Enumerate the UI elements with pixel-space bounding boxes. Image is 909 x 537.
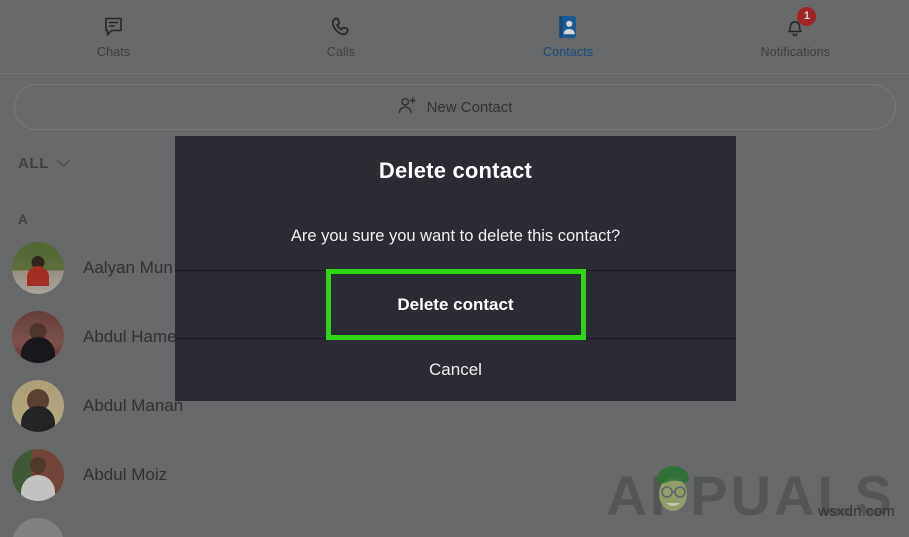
chat-bubble-icon	[102, 14, 126, 40]
contact-name: Aalyan Mun	[83, 257, 173, 277]
notification-badge: 1	[797, 7, 817, 26]
nav-label-notifications: Notifications	[760, 45, 831, 59]
contact-name: Abdul Moiz	[83, 464, 168, 484]
new-contact-button[interactable]: New Contact	[13, 84, 896, 130]
nav-label-contacts: Contacts	[543, 45, 594, 59]
person-add-icon	[397, 95, 418, 120]
avatar	[12, 310, 64, 363]
avatar	[12, 517, 64, 537]
dialog-title: Delete contact	[378, 158, 533, 183]
nav-item-calls[interactable]: Calls	[227, 0, 454, 74]
phone-icon	[329, 14, 353, 40]
bell-icon: 1	[783, 7, 817, 40]
top-navigation-bar: Chats Calls Contacts 1 Notifications	[0, 0, 909, 74]
delete-contact-button[interactable]: Delete contact	[175, 271, 736, 338]
watermark-mascot-icon	[657, 466, 690, 511]
contact-card-icon	[556, 14, 580, 40]
contacts-filter-dropdown[interactable]: ALL	[18, 155, 71, 172]
nav-label-calls: Calls	[326, 45, 356, 59]
contact-name: Abdul Hame	[83, 326, 177, 346]
delete-contact-dialog: Delete contact Are you sure you want to …	[175, 136, 736, 401]
avatar	[12, 241, 64, 294]
nav-item-chats[interactable]: Chats	[0, 0, 227, 74]
list-item[interactable]	[0, 509, 520, 537]
cancel-button[interactable]: Cancel	[175, 339, 736, 401]
contact-name: Abdul Manan	[83, 395, 184, 415]
avatar	[12, 448, 64, 501]
watermark-brand: APPUALS	[606, 463, 895, 527]
nav-label-chats: Chats	[97, 45, 131, 59]
nav-item-contacts[interactable]: Contacts	[455, 0, 682, 74]
avatar	[12, 379, 64, 432]
list-item[interactable]: Abdul Moiz	[0, 440, 520, 509]
nav-item-notifications[interactable]: 1 Notifications	[682, 0, 909, 74]
app-window: Chats Calls Contacts 1 Notifications New…	[0, 0, 909, 537]
watermark-url: wsxdn.com	[818, 503, 895, 520]
new-contact-label: New Contact	[426, 98, 513, 116]
chevron-down-icon	[56, 155, 71, 172]
watermark: APPUALS wsxdn.com	[606, 463, 895, 527]
new-contact-bar: New Contact	[0, 74, 909, 140]
dialog-message: Are you sure you want to delete this con…	[290, 227, 621, 245]
filter-label: ALL	[18, 155, 49, 172]
